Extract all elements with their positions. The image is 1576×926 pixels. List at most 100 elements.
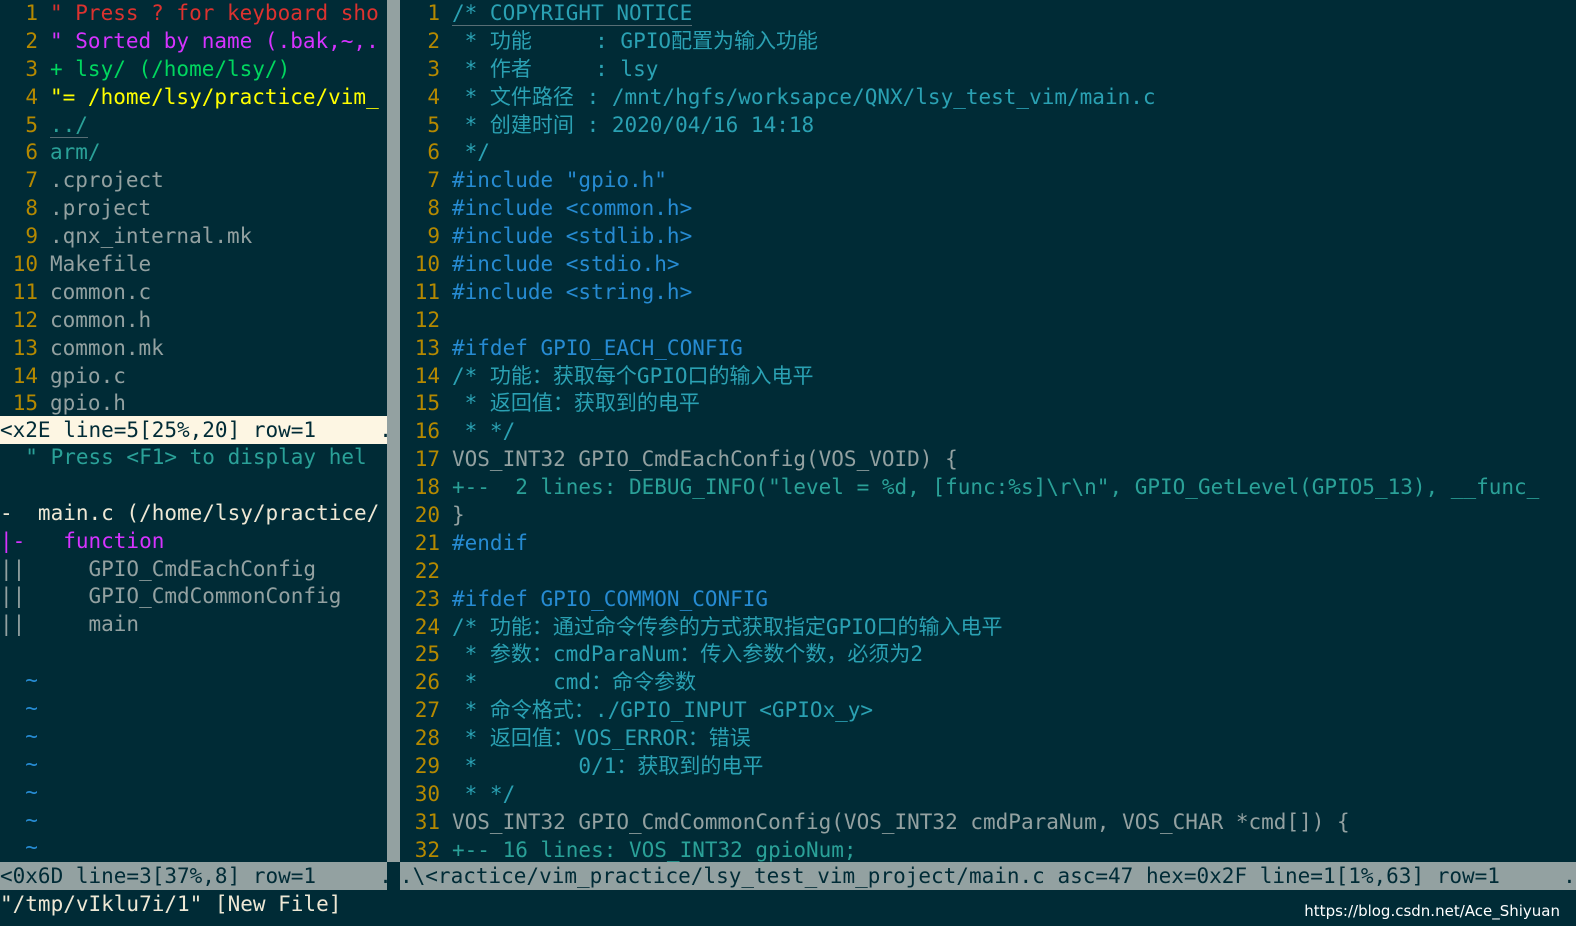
netrw-line[interactable]: 4 "= /home/lsy/practice/vim_ xyxy=(0,84,387,112)
taglist-line[interactable]: || GPIO_CmdEachConfig xyxy=(0,556,387,584)
editor-line[interactable]: 1 /* COPYRIGHT NOTICE xyxy=(400,0,1576,28)
editor-line[interactable]: 7 #include "gpio.h" xyxy=(400,167,1576,195)
line-text: .project xyxy=(50,196,152,221)
netrw-line[interactable]: 8 .project xyxy=(0,195,387,223)
netrw-line[interactable]: 11 common.c xyxy=(0,279,387,307)
taglist-line[interactable]: ~ xyxy=(0,723,387,751)
line-text: .cproject xyxy=(50,168,164,193)
line-text: * 0/1：获取到的电平 xyxy=(452,754,764,779)
editor-pane[interactable]: 1/* COPYRIGHT NOTICE 2 * 功能 : GPIO配置为输入功能… xyxy=(400,0,1576,862)
line-text: #include "gpio.h" xyxy=(452,168,667,193)
editor-line[interactable]: 17 VOS_INT32 GPIO_CmdEachConfig(VOS_VOID)… xyxy=(400,446,1576,474)
netrw-line[interactable]: 3 + lsy/ (/home/lsy/) xyxy=(0,56,387,84)
line-text: * 参数：cmdParaNum：传入参数个数，必须为2 xyxy=(452,642,924,667)
editor-line[interactable]: 10 #include <stdio.h> xyxy=(400,251,1576,279)
line-text: "= /home/lsy/practice/vim_ xyxy=(50,84,379,109)
editor-line[interactable]: 16 * */ xyxy=(400,418,1576,446)
netrw-line[interactable]: 15 gpio.h xyxy=(0,390,387,416)
editor-line[interactable]: 14 /* 功能：获取每个GPIO口的输入电平 xyxy=(400,363,1576,391)
editor-line[interactable]: 12 xyxy=(400,307,1576,335)
netrw-line[interactable]: 6 arm/ xyxy=(0,139,387,167)
line-text: * 作者 : lsy xyxy=(452,56,659,81)
taglist-line[interactable]: ~ xyxy=(0,695,387,723)
editor-line[interactable]: 6 */ xyxy=(400,139,1576,167)
netrw-line[interactable]: 12 common.h xyxy=(0,307,387,335)
editor-line[interactable]: 25 * 参数：cmdParaNum：传入参数个数，必须为2 xyxy=(400,641,1576,669)
netrw-line[interactable]: 10 Makefile xyxy=(0,251,387,279)
taglist-line[interactable]: ~ xyxy=(0,807,387,835)
netrw-line[interactable]: 1 " Press ? for keyboard sho xyxy=(0,0,387,28)
netrw-file-browser[interactable]: 1 " Press ? for keyboard sho 2 " Sorted by … xyxy=(0,0,387,416)
line-text: #ifdef GPIO_COMMON_CONFIG xyxy=(452,586,769,611)
editor-line[interactable]: 18 +-- 2 lines: DEBUG_INFO("level = %d, [… xyxy=(400,474,1576,502)
editor-line[interactable]: 3 * 作者 : lsy xyxy=(400,56,1576,84)
taglist-line[interactable]: ~ xyxy=(0,751,387,779)
line-number: 21 xyxy=(414,530,440,555)
netrw-line[interactable]: 5 ../ xyxy=(0,112,387,140)
taglist-line[interactable]: - main.c (/home/lsy/practice/ xyxy=(0,500,387,528)
taglist-line[interactable]: |- function xyxy=(0,528,387,556)
taglist-line[interactable]: ~ xyxy=(0,667,387,695)
line-number: 2 xyxy=(25,28,38,53)
editor-status-line: .\<ractice/vim_practice/lsy_test_vim_pro… xyxy=(400,862,1576,890)
netrw-line[interactable]: 2 " Sorted by name (.bak,~,. xyxy=(0,28,387,56)
line-number: 12 xyxy=(414,307,440,332)
line-text: * */ xyxy=(452,781,516,806)
netrw-line[interactable]: 14 gpio.c xyxy=(0,363,387,391)
editor-line[interactable]: 13 #ifdef GPIO_EACH_CONFIG xyxy=(400,335,1576,363)
line-text: ../ xyxy=(50,112,88,138)
netrw-line[interactable]: 13 common.mk xyxy=(0,335,387,363)
editor-line[interactable]: 26 * cmd：命令参数 xyxy=(400,669,1576,697)
editor-line[interactable]: 15 * 返回值：获取到的电平 xyxy=(400,390,1576,418)
netrw-line[interactable]: 7 .cproject xyxy=(0,167,387,195)
editor-line[interactable]: 8 #include <common.h> xyxy=(400,195,1576,223)
line-text: gpio.c xyxy=(50,363,126,388)
editor-line[interactable]: 24 /* 功能：通过命令传参的方式获取指定GPIO口的输入电平 xyxy=(400,614,1576,642)
vertical-split-divider[interactable] xyxy=(387,0,400,862)
editor-line[interactable]: 23 #ifdef GPIO_COMMON_CONFIG xyxy=(400,586,1576,614)
line-text: #include <stdlib.h> xyxy=(452,224,693,249)
editor-line[interactable]: 22 xyxy=(400,558,1576,586)
netrw-line[interactable]: 9 .qnx_internal.mk xyxy=(0,223,387,251)
editor-line[interactable]: 4 * 文件路径 : /mnt/hgfs/worksapce/QNX/lsy_t… xyxy=(400,84,1576,112)
line-number: 31 xyxy=(414,809,440,834)
line-number: 9 xyxy=(427,224,440,249)
editor-line[interactable]: 28 * 返回值：VOS_ERROR：错误 xyxy=(400,725,1576,753)
taglist-line[interactable]: || GPIO_CmdCommonConfig xyxy=(0,583,387,611)
line-text: " Sorted by name (.bak,~,. xyxy=(50,28,379,53)
taglist-line[interactable]: || main xyxy=(0,611,387,639)
editor-line[interactable]: 29 * 0/1：获取到的电平 xyxy=(400,753,1576,781)
taglist-line[interactable]: ~ xyxy=(0,779,387,807)
editor-line[interactable]: 27 * 命令格式：./GPIO_INPUT <GPIOx_y> xyxy=(400,697,1576,725)
taglist-line[interactable] xyxy=(0,639,387,667)
line-text: * 命令格式：./GPIO_INPUT <GPIOx_y> xyxy=(452,698,874,723)
editor-line[interactable]: 5 * 创建时间 : 2020/04/16 14:18 xyxy=(400,112,1576,140)
line-text: * */ xyxy=(452,419,516,444)
taglist-line[interactable]: ~ xyxy=(0,834,387,860)
line-number: 10 xyxy=(414,252,440,277)
line-number: 17 xyxy=(414,447,440,472)
line-text: arm/ xyxy=(50,140,101,165)
line-number: 24 xyxy=(414,614,440,639)
line-number: 14 xyxy=(414,363,440,388)
editor-line[interactable]: 20} xyxy=(400,502,1576,530)
line-number: 5 xyxy=(427,112,440,137)
editor-line[interactable]: 30 * */ xyxy=(400,781,1576,809)
taglist-pane[interactable]: " Press <F1> to display hel - main.c (/ho… xyxy=(0,444,387,860)
taglist-line[interactable] xyxy=(0,472,387,500)
line-number: 9 xyxy=(25,224,38,249)
editor-line[interactable]: 31 VOS_INT32 GPIO_CmdCommonConfig(VOS_INT… xyxy=(400,809,1576,837)
editor-line[interactable]: 9 #include <stdlib.h> xyxy=(400,223,1576,251)
line-text: ~ xyxy=(0,696,38,721)
taglist-status-line: <0x6D line=3[37%,8] row=1 . xyxy=(0,862,387,890)
editor-line[interactable]: 21 #endif xyxy=(400,530,1576,558)
editor-line[interactable]: 2 * 功能 : GPIO配置为输入功能 xyxy=(400,28,1576,56)
line-text: .qnx_internal.mk xyxy=(50,224,253,249)
line-number: 5 xyxy=(25,112,38,137)
taglist-line[interactable]: " Press <F1> to display hel xyxy=(0,444,387,472)
line-text: #endif xyxy=(452,530,528,555)
editor-line[interactable]: 32 +-- 16 lines: VOS_INT32 gpioNum; xyxy=(400,837,1576,862)
editor-line[interactable]: 11 #include <string.h> xyxy=(400,279,1576,307)
line-number: 4 xyxy=(25,84,38,109)
line-text: /* 功能：通过命令传参的方式获取指定GPIO口的输入电平 xyxy=(452,614,1003,639)
